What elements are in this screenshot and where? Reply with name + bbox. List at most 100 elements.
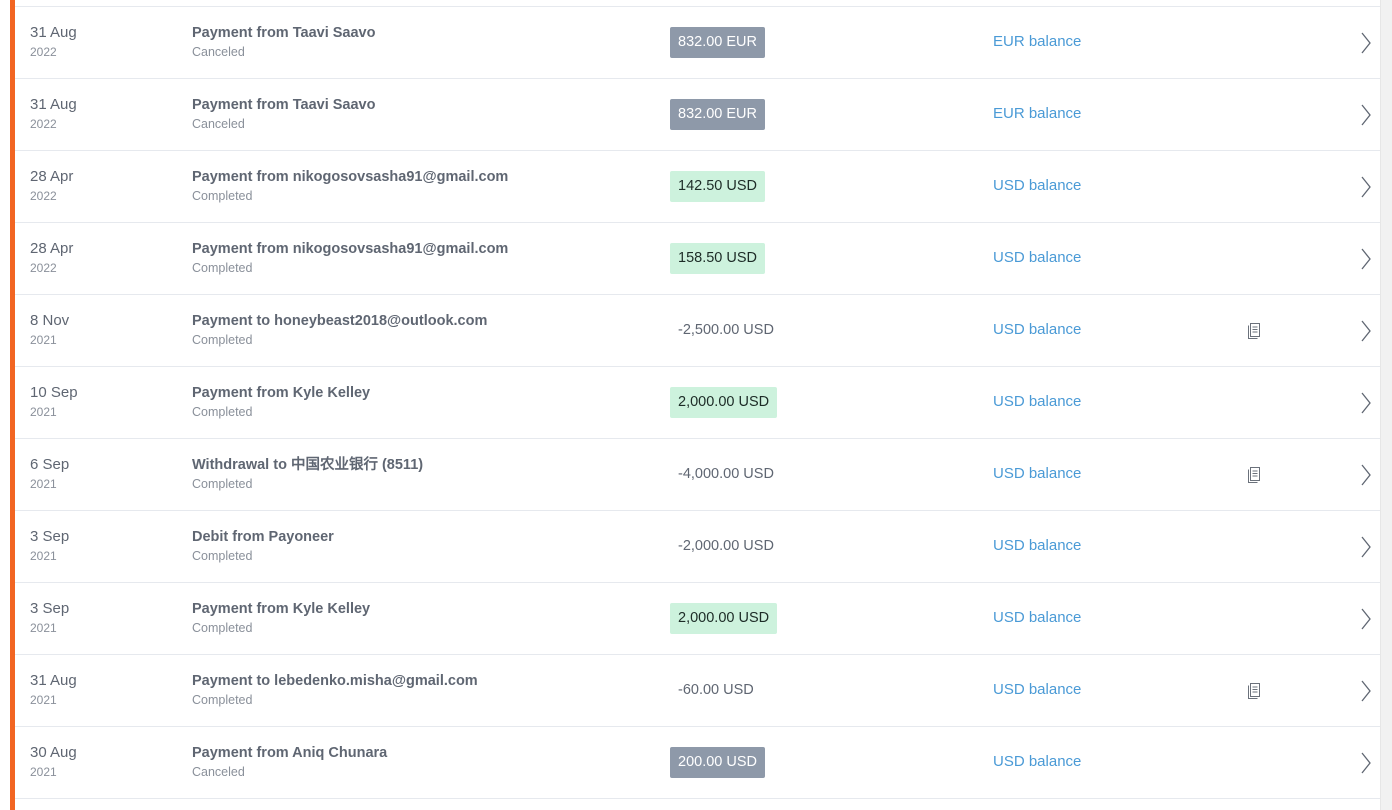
transaction-description: Payment from Taavi Saavo Canceled xyxy=(192,96,375,132)
transaction-amount: 832.00 EUR xyxy=(670,27,765,58)
transaction-day: 30 Aug xyxy=(30,744,77,761)
transaction-title: Payment from nikogosovsasha91@gmail.com xyxy=(192,169,509,185)
transaction-title: Payment from Taavi Saavo xyxy=(192,97,376,113)
transaction-status: Completed xyxy=(192,333,253,347)
transaction-description: Payment from Kyle Kelley Completed xyxy=(192,600,370,636)
balance-link[interactable]: USD balance xyxy=(993,753,1081,771)
transaction-date: 3 Sep 2021 xyxy=(30,528,69,564)
transaction-status: Canceled xyxy=(192,765,245,779)
transaction-year: 2022 xyxy=(30,189,57,203)
balance-link[interactable]: EUR balance xyxy=(993,33,1081,51)
scrollbar[interactable] xyxy=(1380,0,1392,810)
chevron-right-icon[interactable] xyxy=(1358,103,1372,127)
transaction-year: 2022 xyxy=(30,45,57,59)
transaction-date: 30 Aug 2021 xyxy=(30,744,77,780)
chevron-right-icon[interactable] xyxy=(1358,247,1372,271)
transaction-title: Payment from Aniq Chunara xyxy=(192,745,388,761)
transaction-amount: -2,500.00 USD xyxy=(678,322,774,338)
transaction-title: Debit from Payoneer xyxy=(192,529,334,545)
chevron-right-icon[interactable] xyxy=(1358,463,1372,487)
transaction-amount: 158.50 USD xyxy=(670,243,765,274)
chevron-right-icon[interactable] xyxy=(1358,535,1372,559)
chevron-right-icon[interactable] xyxy=(1358,319,1372,343)
transaction-amount: -60.00 USD xyxy=(678,682,754,698)
transaction-day: 31 Aug xyxy=(30,24,77,41)
transaction-amount: 832.00 EUR xyxy=(670,99,765,130)
balance-link[interactable]: USD balance xyxy=(993,177,1081,195)
transaction-status: Completed xyxy=(192,621,253,635)
transaction-status: Completed xyxy=(192,693,253,707)
transaction-year: 2022 xyxy=(30,117,57,131)
chevron-right-icon[interactable] xyxy=(1358,751,1372,775)
transaction-year: 2022 xyxy=(30,261,57,275)
transaction-row[interactable]: 8 Nov 2021 Payment to honeybeast2018@outlo… xyxy=(15,295,1381,367)
transaction-amount: 2,000.00 USD xyxy=(670,387,778,418)
transaction-list: 31 Aug 2022 Payment from Taavi Saavo Cancel… xyxy=(15,6,1381,799)
transaction-year: 2021 xyxy=(30,693,57,707)
transaction-title: Payment from Taavi Saavo xyxy=(192,25,376,41)
transaction-date: 3 Sep 2021 xyxy=(30,600,69,636)
chevron-right-icon[interactable] xyxy=(1358,175,1372,199)
balance-link[interactable]: USD balance xyxy=(993,249,1081,267)
transaction-description: Payment from nikogosovsasha91@gmail.com C… xyxy=(192,168,508,204)
chevron-right-icon[interactable] xyxy=(1358,679,1372,703)
receipt-icon[interactable] xyxy=(1247,681,1261,699)
transaction-amount: -2,000.00 USD xyxy=(678,538,774,554)
transaction-status: Completed xyxy=(192,261,253,275)
receipt-icon[interactable] xyxy=(1247,321,1261,339)
balance-link[interactable]: USD balance xyxy=(993,681,1081,699)
transaction-year: 2021 xyxy=(30,765,57,779)
balance-link[interactable]: USD balance xyxy=(993,321,1081,339)
transaction-status: Completed xyxy=(192,405,253,419)
chevron-right-icon[interactable] xyxy=(1358,31,1372,55)
transaction-description: Withdrawal to 中国农业银行 (8511) Completed xyxy=(192,456,423,492)
transaction-description: Payment to lebedenko.misha@gmail.com Comp… xyxy=(192,672,478,708)
transaction-year: 2021 xyxy=(30,477,57,491)
transaction-date: 31 Aug 2022 xyxy=(30,24,77,60)
transaction-date: 6 Sep 2021 xyxy=(30,456,69,492)
transaction-date: 28 Apr 2022 xyxy=(30,240,73,276)
transaction-year: 2021 xyxy=(30,333,57,347)
balance-link[interactable]: USD balance xyxy=(993,465,1081,483)
transaction-row[interactable]: 10 Sep 2021 Payment from Kyle Kelley Comple… xyxy=(15,367,1381,439)
receipt-icon[interactable] xyxy=(1247,465,1261,483)
transaction-description: Payment from nikogosovsasha91@gmail.com C… xyxy=(192,240,508,276)
transaction-status: Completed xyxy=(192,477,253,491)
transaction-date: 10 Sep 2021 xyxy=(30,384,78,420)
transaction-amount: 200.00 USD xyxy=(670,747,765,778)
transaction-title: Withdrawal to 中国农业银行 (8511) xyxy=(192,457,424,473)
transaction-row[interactable]: 6 Sep 2021 Withdrawal to 中国农业银行 (8511) Comp… xyxy=(15,439,1381,511)
transaction-status: Canceled xyxy=(192,117,245,131)
transaction-status: Completed xyxy=(192,549,253,563)
transaction-title: Payment from nikogosovsasha91@gmail.com xyxy=(192,241,509,257)
balance-link[interactable]: USD balance xyxy=(993,609,1081,627)
transaction-year: 2021 xyxy=(30,549,57,563)
transaction-date: 31 Aug 2021 xyxy=(30,672,77,708)
balance-link[interactable]: USD balance xyxy=(993,537,1081,555)
transaction-row[interactable]: 31 Aug 2022 Payment from Taavi Saavo Cancel… xyxy=(15,79,1381,151)
transaction-date: 31 Aug 2022 xyxy=(30,96,77,132)
transaction-description: Payment from Kyle Kelley Completed xyxy=(192,384,370,420)
transaction-description: Debit from Payoneer Completed xyxy=(192,528,334,564)
transaction-row[interactable]: 30 Aug 2021 Payment from Aniq Chunara Cance… xyxy=(15,727,1381,799)
transaction-date: 28 Apr 2022 xyxy=(30,168,73,204)
chevron-right-icon[interactable] xyxy=(1358,607,1372,631)
transaction-row[interactable]: 28 Apr 2022 Payment from nikogosovsasha91@… xyxy=(15,151,1381,223)
transaction-history-page: 31 Aug 2022 Payment from Taavi Saavo Cancel… xyxy=(0,0,1392,810)
transaction-day: 3 Sep xyxy=(30,600,70,617)
transaction-row[interactable]: 28 Apr 2022 Payment from nikogosovsasha91@… xyxy=(15,223,1381,295)
transaction-day: 28 Apr xyxy=(30,168,74,185)
chevron-right-icon[interactable] xyxy=(1358,391,1372,415)
transaction-row[interactable]: 31 Aug 2022 Payment from Taavi Saavo Cancel… xyxy=(15,7,1381,79)
transaction-title: Payment to lebedenko.misha@gmail.com xyxy=(192,673,478,689)
balance-link[interactable]: USD balance xyxy=(993,393,1081,411)
transaction-description: Payment to honeybeast2018@outlook.com Com… xyxy=(192,312,487,348)
transaction-row[interactable]: 31 Aug 2021 Payment to lebedenko.misha@gma… xyxy=(15,655,1381,727)
transaction-row[interactable]: 3 Sep 2021 Payment from Kyle Kelley Complet… xyxy=(15,583,1381,655)
transaction-title: Payment from Kyle Kelley xyxy=(192,385,371,401)
transaction-row[interactable]: 3 Sep 2021 Debit from Payoneer Completed -2,… xyxy=(15,511,1381,583)
balance-link[interactable]: EUR balance xyxy=(993,105,1081,123)
transaction-day: 31 Aug xyxy=(30,96,77,113)
transaction-description: Payment from Aniq Chunara Canceled xyxy=(192,744,387,780)
transaction-amount: -4,000.00 USD xyxy=(678,466,774,482)
